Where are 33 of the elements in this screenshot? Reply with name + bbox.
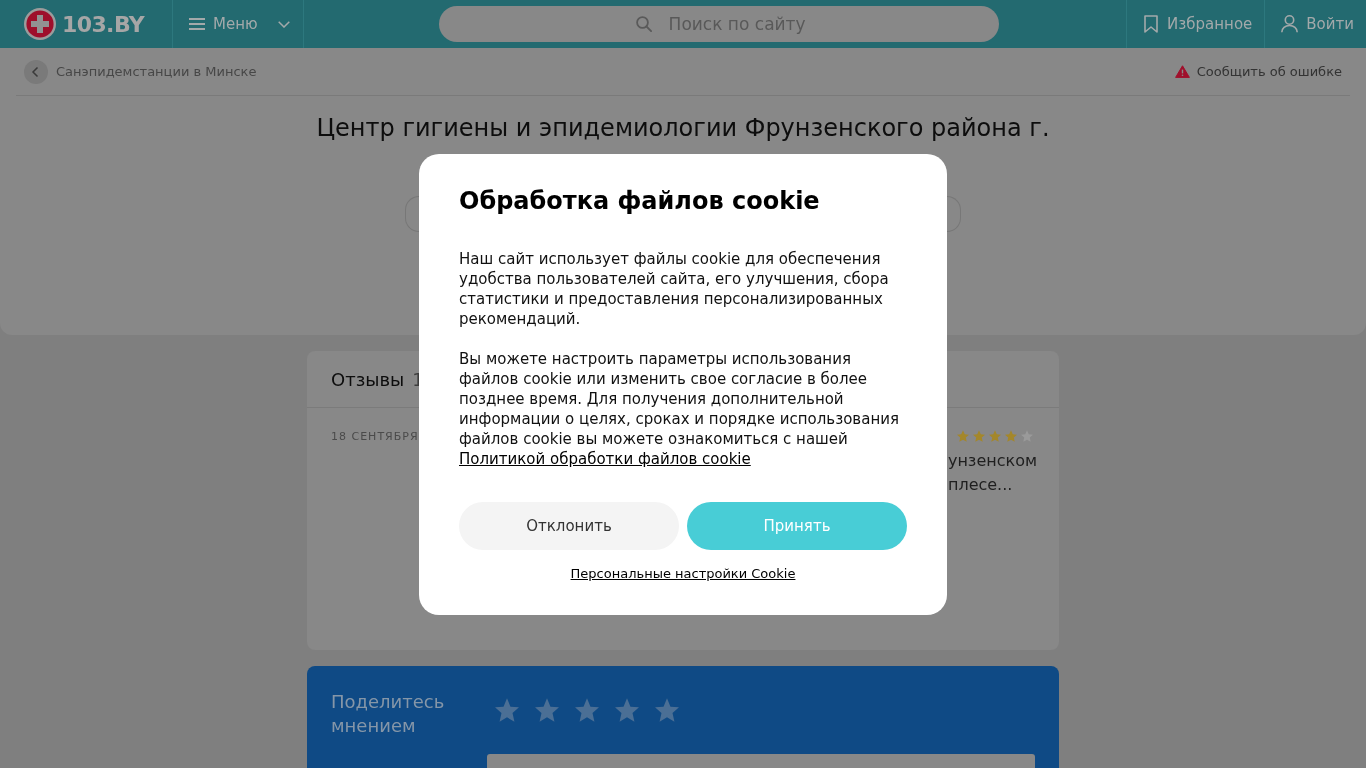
dialog-text: Наш сайт использует файлы cookie для обеспечения удобства пользователей сайта, его улучшения, сбора статистики и предоставления персонализированных рекомендаций. xyxy=(459,248,890,329)
section-title: Отзывы xyxy=(331,368,405,390)
dialog-title: Обработка файлов cookie xyxy=(459,185,821,216)
report-error-link[interactable]: Сообщить об ошибке xyxy=(1174,64,1342,79)
star-icon[interactable] xyxy=(575,698,599,722)
search-icon xyxy=(635,16,652,32)
star-icon xyxy=(989,430,1001,442)
cross-logo-icon[interactable] xyxy=(24,8,56,40)
site-logo[interactable]: 103.BY xyxy=(62,11,145,37)
cookie-settings-link[interactable]: Персональные настройки Cookie xyxy=(570,565,796,581)
star-icon[interactable] xyxy=(495,698,519,722)
bookmark-icon xyxy=(1144,15,1159,33)
star-icon[interactable] xyxy=(535,698,559,722)
page-title: Центр гигиены и эпидемиологии Фрунзенского района г. xyxy=(316,113,1050,143)
user-icon xyxy=(1281,15,1299,33)
menu-icon xyxy=(189,18,205,30)
review-text: унзенском xyxy=(947,450,1037,472)
share-title: Поделитесь мнением xyxy=(331,690,446,738)
review-date: 18 СЕНТЯБРЯ xyxy=(331,430,419,443)
back-link[interactable]: Санэпидемстанции в Минске xyxy=(24,59,257,84)
star-icon xyxy=(957,430,969,442)
star-icon xyxy=(1005,430,1017,442)
star-icon xyxy=(973,430,985,442)
comment-field[interactable] xyxy=(487,754,1035,768)
review-text: плесе... xyxy=(947,474,1014,496)
star-icon[interactable] xyxy=(615,698,639,722)
warning-icon xyxy=(1174,65,1190,78)
chevron-down-icon xyxy=(277,20,290,28)
decline-button[interactable]: Отклонить xyxy=(459,501,679,550)
star-icon[interactable] xyxy=(655,698,679,722)
accept-button[interactable]: Принять xyxy=(687,501,907,550)
dialog-text: Вы можете настроить параметры использования файлов cookie или изменить свое согласие в более позднее время. Для получения дополнительной информации о целях, сроках и порядке использования файлов cookie вы можете ознакомиться с нашей Политикой обработки файлов cookie xyxy=(459,348,900,469)
policy-link[interactable]: Политикой обработки файлов cookie xyxy=(459,449,751,468)
